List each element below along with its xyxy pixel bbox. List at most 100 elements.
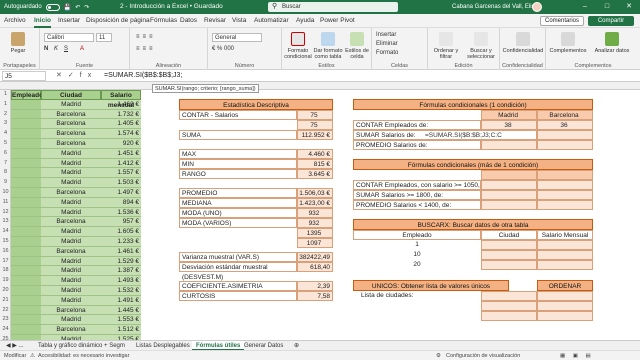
view-icons[interactable]: ▦ ▣ ▤ <box>560 351 594 360</box>
unique-list-label[interactable]: Lista de ciudades: <box>353 291 481 301</box>
cell-salary[interactable]: 1.233 € <box>101 237 141 247</box>
accessibility-status[interactable]: Accesibilidad: es necesario investigar <box>38 351 129 360</box>
cell-salary[interactable]: 1.536 € <box>101 208 141 218</box>
cell-city[interactable]: Barcelona <box>41 325 101 335</box>
confidentiality-button[interactable]: Confidencialidad <box>502 32 544 54</box>
cell-city[interactable]: Barcelona <box>41 119 101 130</box>
cell-salary[interactable]: 1.445 € <box>101 306 141 316</box>
unique-list-1[interactable] <box>481 291 537 301</box>
cell-salary[interactable]: 1.387 € <box>101 266 141 277</box>
tab-vista[interactable]: Vista <box>232 14 246 28</box>
row-number[interactable]: 8 <box>0 168 11 178</box>
tab-archivo[interactable]: Archivo <box>4 14 26 28</box>
stats-skew-label[interactable]: COEFICIENTE.ASIMETRIA <box>179 281 297 291</box>
cell-salary[interactable]: 1.529 € <box>101 257 141 267</box>
stats-average-label[interactable]: PROMEDIO <box>179 188 297 198</box>
cell-salary[interactable]: 1.732 € <box>101 110 141 120</box>
cell-employee[interactable] <box>11 286 41 296</box>
tab-inicio[interactable]: Inicio <box>34 14 51 28</box>
row-number[interactable]: 23 <box>0 315 11 325</box>
lookup-city-1[interactable] <box>481 240 537 250</box>
align-left-icon[interactable]: ≡≡≡ <box>136 45 156 54</box>
cond2-row2-label[interactable]: SUMAR Salarios >= 1800, de: <box>353 190 481 200</box>
bold-button[interactable]: N <box>44 45 48 54</box>
lookup-col-salary[interactable]: Salario Mensual <box>537 230 593 240</box>
cell-city[interactable]: Madrid <box>41 149 101 159</box>
delete-cells-button[interactable]: Eliminar <box>376 40 398 49</box>
cond2-row3-val1[interactable] <box>481 200 537 210</box>
lookup-emp-3[interactable]: 20 <box>353 260 481 270</box>
cond1-avg-label[interactable]: PROMEDIO Salarios de: <box>353 140 481 150</box>
cell-city[interactable]: Madrid <box>41 237 101 247</box>
unique-list-3[interactable] <box>481 311 537 321</box>
cell-salary[interactable]: 957 € <box>101 217 141 228</box>
stats-modes-value-2[interactable]: 1395 <box>297 228 333 238</box>
row-number[interactable]: 20 <box>0 286 11 296</box>
share-button[interactable]: Compartir <box>588 16 634 26</box>
font-name-select[interactable]: Calibri <box>44 33 94 42</box>
stats-min-value[interactable]: 815 € <box>297 159 333 169</box>
sort-title[interactable]: ORDENAR <box>537 280 593 291</box>
save-icon[interactable]: 💾 <box>64 4 71 11</box>
row-number[interactable]: 6 <box>0 149 11 159</box>
worksheet-grid[interactable]: 1 1 2 3 4 5 6 7 8 9 10 11 12 13 14 15 16 17 18 19 20 21 22 23 24… <box>0 82 640 340</box>
cell-city[interactable]: Barcelona <box>41 306 101 316</box>
cell-employee[interactable] <box>11 237 41 247</box>
row-number[interactable]: 24 <box>0 325 11 335</box>
conditional-format-button[interactable]: Formato condicional <box>284 32 312 60</box>
tab-formulas[interactable]: Fórmulas <box>150 14 177 28</box>
cond2-row3-label[interactable]: PROMEDIO Salarios < 1400, de: <box>353 200 481 210</box>
cell-employee[interactable] <box>11 276 41 286</box>
stats-modes-value-1[interactable]: 932 <box>297 218 333 228</box>
cell-employee[interactable] <box>11 159 41 169</box>
undo-icon[interactable]: ↶ <box>75 4 80 11</box>
stats-median-label[interactable]: MEDIANA <box>179 198 297 208</box>
stats-kurtosis-value[interactable]: 7,58 <box>297 291 333 301</box>
cell-employee[interactable] <box>11 198 41 208</box>
stats-max-label[interactable]: MAX <box>179 149 297 159</box>
cond2-row2-val2[interactable] <box>537 190 593 200</box>
cell-employee[interactable] <box>11 129 41 139</box>
row-number[interactable]: 5 <box>0 139 11 149</box>
search-input[interactable]: ⚲ Buscar <box>268 2 398 12</box>
cell-salary[interactable]: 920 € <box>101 139 141 149</box>
cell-salary[interactable]: 1.405 € <box>101 119 141 130</box>
lookup-col-city[interactable]: Ciudad <box>481 230 537 240</box>
unique-title[interactable]: UNICOS: Obtener lista de valores únicos <box>353 280 509 291</box>
cell-employee[interactable] <box>11 168 41 179</box>
cell-employee[interactable] <box>11 296 41 306</box>
tab-revisar[interactable]: Revisar <box>204 14 226 28</box>
font-color-icon[interactable]: A <box>80 45 84 54</box>
cell-salary[interactable]: 1.461 € <box>101 247 141 257</box>
close-icon[interactable]: ✕ <box>618 0 640 14</box>
stats-min-label[interactable]: MIN <box>179 159 297 169</box>
lookup-col-employee[interactable]: Empleado <box>353 230 481 240</box>
addins-button[interactable]: Complementos <box>548 32 588 54</box>
tab-disposicion[interactable]: Disposición de página <box>86 14 150 28</box>
cell-salary[interactable]: 894 € <box>101 198 141 208</box>
cell-employee[interactable] <box>11 247 41 257</box>
format-table-button[interactable]: Dar formato como tabla <box>313 32 343 60</box>
cell-employee[interactable] <box>11 266 41 277</box>
cancel-icon[interactable]: ✕ <box>56 72 68 79</box>
sort-list-3[interactable] <box>537 311 593 321</box>
header-salary[interactable]: Salario mensual <box>101 90 141 109</box>
header-city[interactable]: Ciudad <box>41 90 101 100</box>
cond2-col-2[interactable] <box>537 170 593 180</box>
enter-icon[interactable]: ✓ <box>68 72 80 79</box>
cell-city[interactable]: Madrid <box>41 168 101 179</box>
lookup-city-2[interactable] <box>481 250 537 260</box>
cell-city[interactable]: Madrid <box>41 296 101 306</box>
row-number[interactable]: 12 <box>0 208 11 218</box>
cell-city[interactable]: Barcelona <box>41 139 101 149</box>
cell-city[interactable]: Madrid <box>41 276 101 286</box>
sort-list-1[interactable] <box>537 291 593 301</box>
formula-input[interactable]: =SUMAR.SI($B$:$B$;J3; <box>104 70 182 82</box>
cell-city[interactable]: Barcelona <box>41 188 101 198</box>
cell-city[interactable]: Madrid <box>41 227 101 237</box>
row-number[interactable]: 18 <box>0 266 11 276</box>
stats-kurtosis-label[interactable]: CURTOSIS <box>179 291 297 301</box>
cond2-row2-val1[interactable] <box>481 190 537 200</box>
cell-salary[interactable]: 1.493 € <box>101 276 141 286</box>
row-number[interactable]: 22 <box>0 306 11 316</box>
